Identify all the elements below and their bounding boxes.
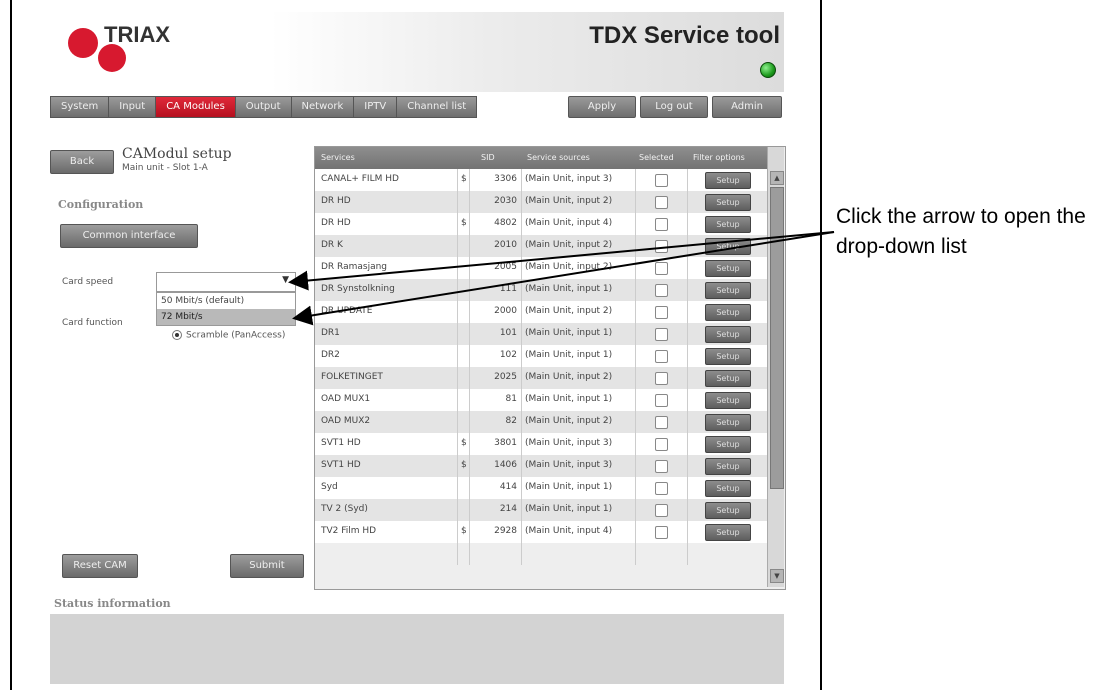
callout-arrows xyxy=(288,231,835,326)
